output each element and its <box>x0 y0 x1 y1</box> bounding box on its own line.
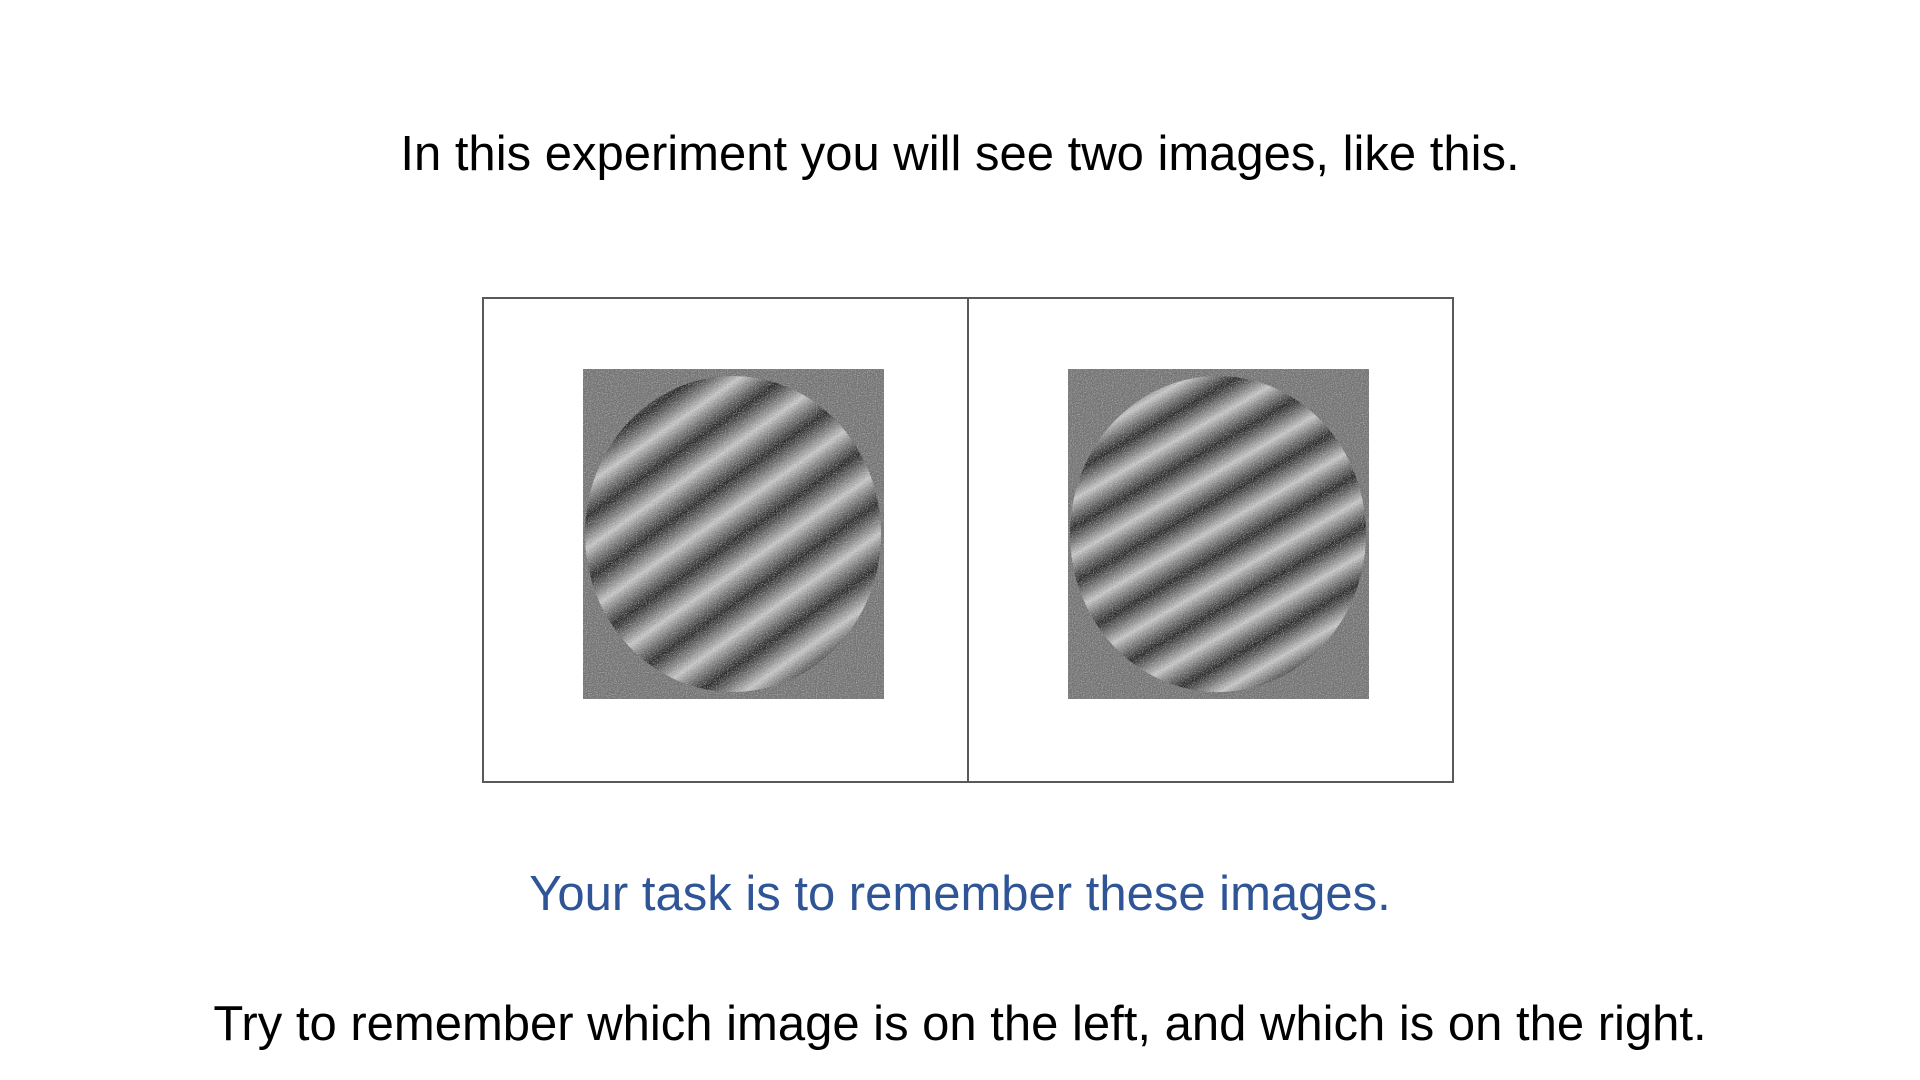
stimulus-panel <box>482 297 1454 783</box>
task-text: Your task is to remember these images. <box>529 867 1391 921</box>
left-grating-image <box>583 369 884 699</box>
right-stimulus-box <box>969 299 1452 781</box>
intro-text: In this experiment you will see two imag… <box>400 127 1520 181</box>
instruction-text: Try to remember which image is on the le… <box>213 997 1707 1051</box>
right-grating-image <box>1068 369 1369 699</box>
left-stimulus-box <box>484 299 969 781</box>
